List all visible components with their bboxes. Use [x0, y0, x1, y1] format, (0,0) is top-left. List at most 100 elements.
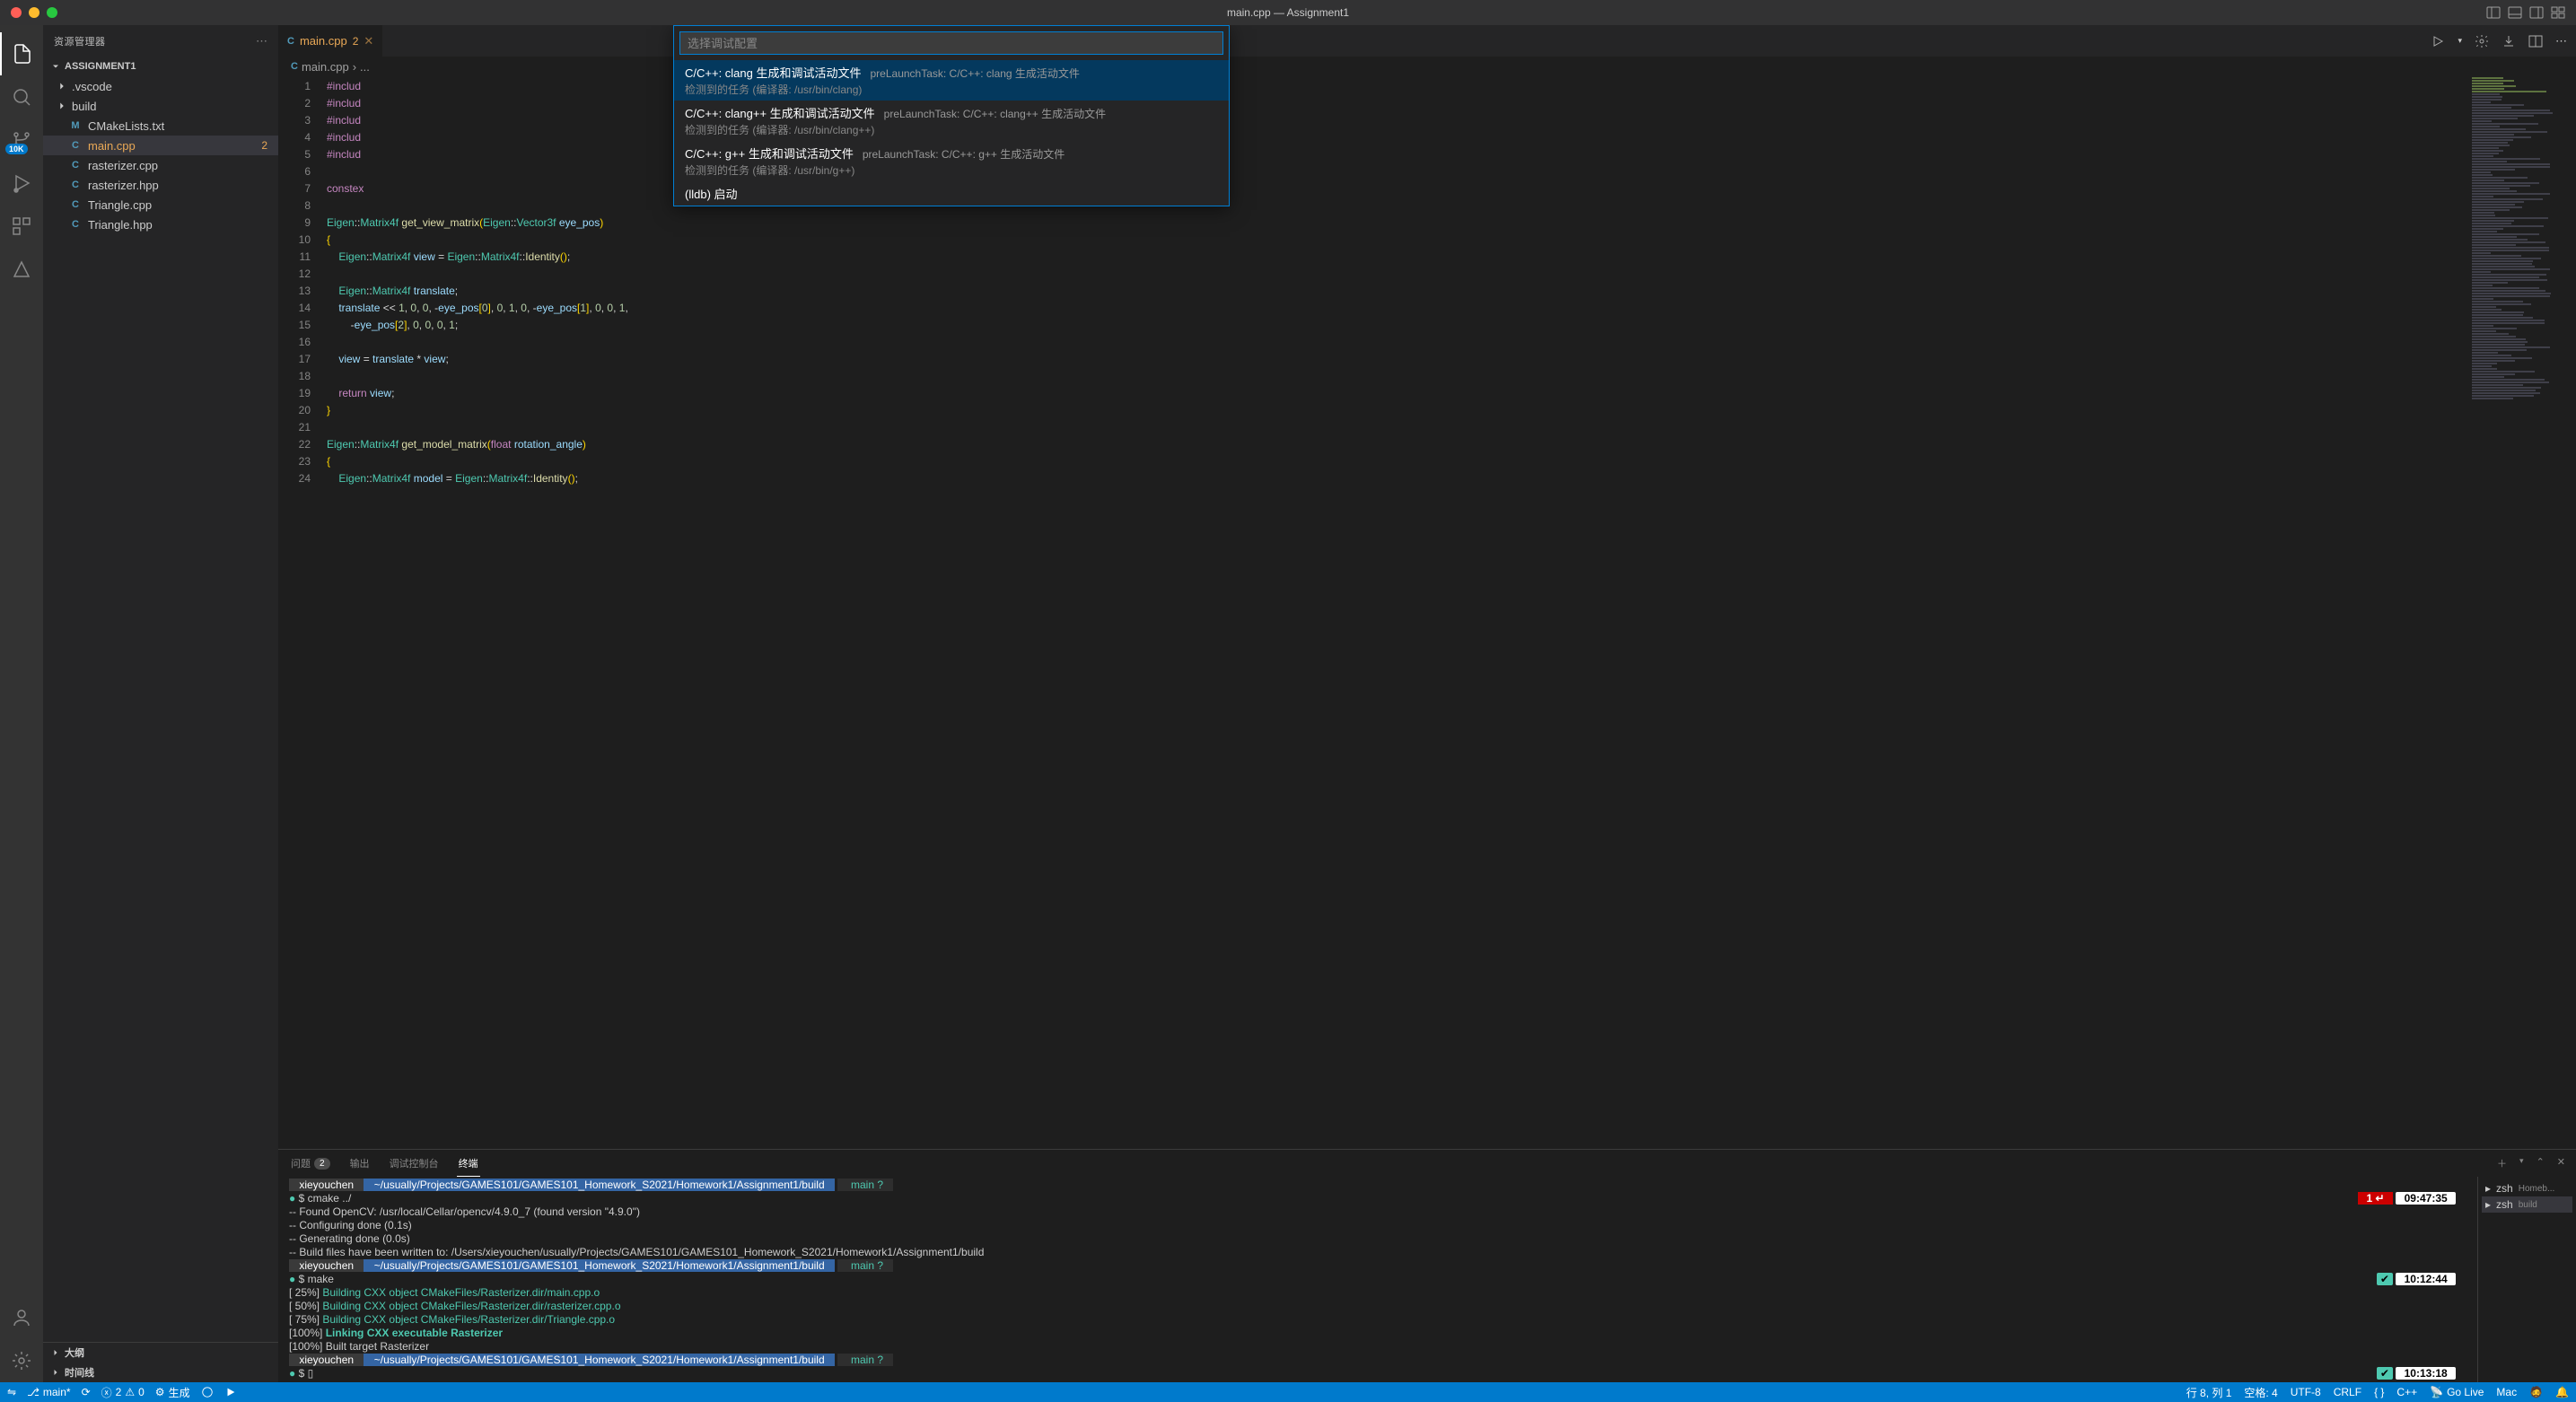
close-icon[interactable]: ✕	[364, 34, 373, 48]
sidebar-more-icon[interactable]: ⋯	[256, 34, 267, 48]
sb-build[interactable]: ⚙生成	[155, 1385, 190, 1400]
sb-problems[interactable]: ⓧ2⚠0	[101, 1385, 145, 1400]
quickpick-item[interactable]: C/C++: g++ 生成和调试活动文件preLaunchTask: C/C++…	[674, 141, 1229, 181]
sb-encoding[interactable]: UTF-8	[2291, 1386, 2321, 1398]
panel-tab-terminal[interactable]: 终端	[457, 1150, 480, 1177]
terminal-icon: ▸	[2485, 1182, 2491, 1195]
panel-tab-debug-console[interactable]: 调试控制台	[388, 1150, 441, 1177]
sb-indent[interactable]: 空格: 4	[2244, 1385, 2277, 1400]
panel-tab-output[interactable]: 输出	[348, 1150, 372, 1177]
terminal-shell-1[interactable]: ▸ zsh Homeb...	[2482, 1180, 2572, 1196]
quickpick-item[interactable]: (lldb) 启动	[674, 181, 1229, 206]
run-dropdown-icon[interactable]: ▾	[2458, 36, 2462, 46]
sb-lang-braces[interactable]: { }	[2374, 1386, 2384, 1398]
sb-branch[interactable]: ⎇main*	[27, 1386, 71, 1398]
file-tree-item[interactable]: Cmain.cpp2	[43, 136, 278, 155]
terminal[interactable]: xieyouchen ~/usually/Projects/GAMES101/G…	[278, 1177, 2477, 1382]
debug-config-picker: C/C++: clang 生成和调试活动文件preLaunchTask: C/C…	[673, 25, 1230, 206]
close-button[interactable]	[11, 7, 22, 18]
activity-bar: 10K	[0, 25, 43, 1382]
sidebar-folder-root[interactable]: ASSIGNMENT1	[43, 57, 278, 76]
activity-settings[interactable]	[0, 1339, 43, 1382]
chevron-right-icon	[56, 80, 68, 92]
run-icon[interactable]	[2431, 34, 2445, 48]
file-tree-item[interactable]: CTriangle.cpp	[43, 195, 278, 215]
sb-bell[interactable]: 🔔	[2555, 1386, 2569, 1398]
sb-sync[interactable]: ⟳	[82, 1386, 91, 1398]
activity-explorer[interactable]	[0, 32, 43, 75]
panel-tab-problems[interactable]: 问题 2	[289, 1150, 332, 1177]
minimize-button[interactable]	[29, 7, 39, 18]
close-panel-icon[interactable]: ✕	[2557, 1156, 2565, 1170]
window-controls	[11, 7, 57, 18]
editor-area: C main.cpp 2 ✕ ▾ ⋯ C main.cpp › .	[278, 25, 2576, 1382]
customize-layout-icon[interactable]	[2551, 5, 2565, 20]
sb-run[interactable]	[224, 1386, 237, 1398]
titlebar: main.cpp — Assignment1	[0, 0, 2576, 25]
extensions-icon	[11, 215, 32, 237]
files-icon	[12, 43, 33, 65]
activity-cmake[interactable]	[0, 248, 43, 291]
file-icon: C	[68, 138, 83, 153]
chevron-right-icon	[56, 100, 68, 112]
editor-tabs: C main.cpp 2 ✕ ▾ ⋯	[278, 25, 2576, 57]
sidebar: 资源管理器 ⋯ ASSIGNMENT1 .vscodebuildMCMakeLi…	[43, 25, 278, 1382]
terminal-sidebar: ▸ zsh Homeb... ▸ zsh build	[2477, 1177, 2576, 1382]
quickpick-list: C/C++: clang 生成和调试活动文件preLaunchTask: C/C…	[674, 60, 1229, 206]
file-warn-badge: 2	[261, 139, 267, 152]
sb-remote[interactable]: ⇋	[7, 1386, 16, 1398]
layout-panel-left-icon[interactable]	[2486, 5, 2501, 20]
file-tree-item[interactable]: .vscode	[43, 76, 278, 96]
file-icon: C	[68, 158, 83, 172]
debug-icon	[11, 172, 32, 194]
file-icon: C	[68, 197, 83, 212]
gear-icon	[11, 1350, 32, 1371]
sidebar-section-outline[interactable]: 大纲	[43, 1343, 278, 1363]
file-tree-item[interactable]: CTriangle.hpp	[43, 215, 278, 234]
file-tree-item[interactable]: Crasterizer.hpp	[43, 175, 278, 195]
download-icon[interactable]	[2502, 34, 2516, 48]
sb-lang[interactable]: C++	[2396, 1386, 2417, 1398]
more-actions-icon[interactable]: ⋯	[2555, 34, 2567, 48]
sidebar-section-timeline[interactable]: 时间线	[43, 1363, 278, 1382]
sb-feedback[interactable]: 🧔	[2529, 1386, 2543, 1398]
terminal-shell-2[interactable]: ▸ zsh build	[2482, 1196, 2572, 1213]
code-editor[interactable]: #includ#includ#includ#includ#includ cons…	[327, 76, 2468, 1149]
activity-run-debug[interactable]	[0, 162, 43, 205]
scm-badge: 10K	[5, 144, 28, 154]
terminal-icon: ▸	[2485, 1198, 2491, 1211]
sb-golive[interactable]: 📡Go Live	[2430, 1386, 2484, 1398]
maximize-button[interactable]	[47, 7, 57, 18]
file-icon: M	[68, 118, 83, 133]
sb-cursor[interactable]: 行 8, 列 1	[2186, 1385, 2232, 1400]
sb-eol[interactable]: CRLF	[2334, 1386, 2361, 1398]
quickpick-item[interactable]: C/C++: clang++ 生成和调试活动文件preLaunchTask: C…	[674, 101, 1229, 141]
file-tree-item[interactable]: build	[43, 96, 278, 116]
quickpick-item[interactable]: C/C++: clang 生成和调试活动文件preLaunchTask: C/C…	[674, 60, 1229, 101]
quickpick-input[interactable]	[679, 31, 1223, 55]
layout-panel-right-icon[interactable]	[2529, 5, 2544, 20]
breadcrumbs[interactable]: C main.cpp › ...	[278, 57, 2576, 76]
maximize-panel-icon[interactable]: ⌃	[2537, 1156, 2545, 1170]
split-editor-icon[interactable]	[2528, 34, 2543, 48]
new-terminal-icon[interactable]: ＋	[2497, 1156, 2507, 1170]
activity-search[interactable]	[0, 75, 43, 118]
file-tree-item[interactable]: Crasterizer.cpp	[43, 155, 278, 175]
search-icon	[11, 86, 32, 108]
gear-icon[interactable]	[2475, 34, 2489, 48]
file-tree-item[interactable]: MCMakeLists.txt	[43, 116, 278, 136]
window-title: main.cpp — Assignment1	[1227, 6, 1349, 19]
sb-debug[interactable]	[201, 1386, 214, 1398]
layout-panel-bottom-icon[interactable]	[2508, 5, 2522, 20]
sb-os[interactable]: Mac	[2496, 1386, 2517, 1398]
terminal-dropdown-icon[interactable]: ▾	[2519, 1156, 2524, 1170]
sidebar-title: 资源管理器	[54, 34, 106, 48]
activity-account[interactable]	[0, 1296, 43, 1339]
statusbar: ⇋ ⎇main* ⟳ ⓧ2⚠0 ⚙生成 行 8, 列 1 空格: 4 UTF-8…	[0, 1382, 2576, 1402]
minimap[interactable]	[2468, 76, 2576, 1149]
bottom-panel: 问题 2 输出 调试控制台 终端 ＋ ▾ ⌃ ✕ xieyouchen ~/us…	[278, 1149, 2576, 1382]
activity-extensions[interactable]	[0, 205, 43, 248]
account-icon	[11, 1307, 32, 1328]
activity-source-control[interactable]: 10K	[0, 118, 43, 162]
tab-main-cpp[interactable]: C main.cpp 2 ✕	[278, 25, 383, 57]
